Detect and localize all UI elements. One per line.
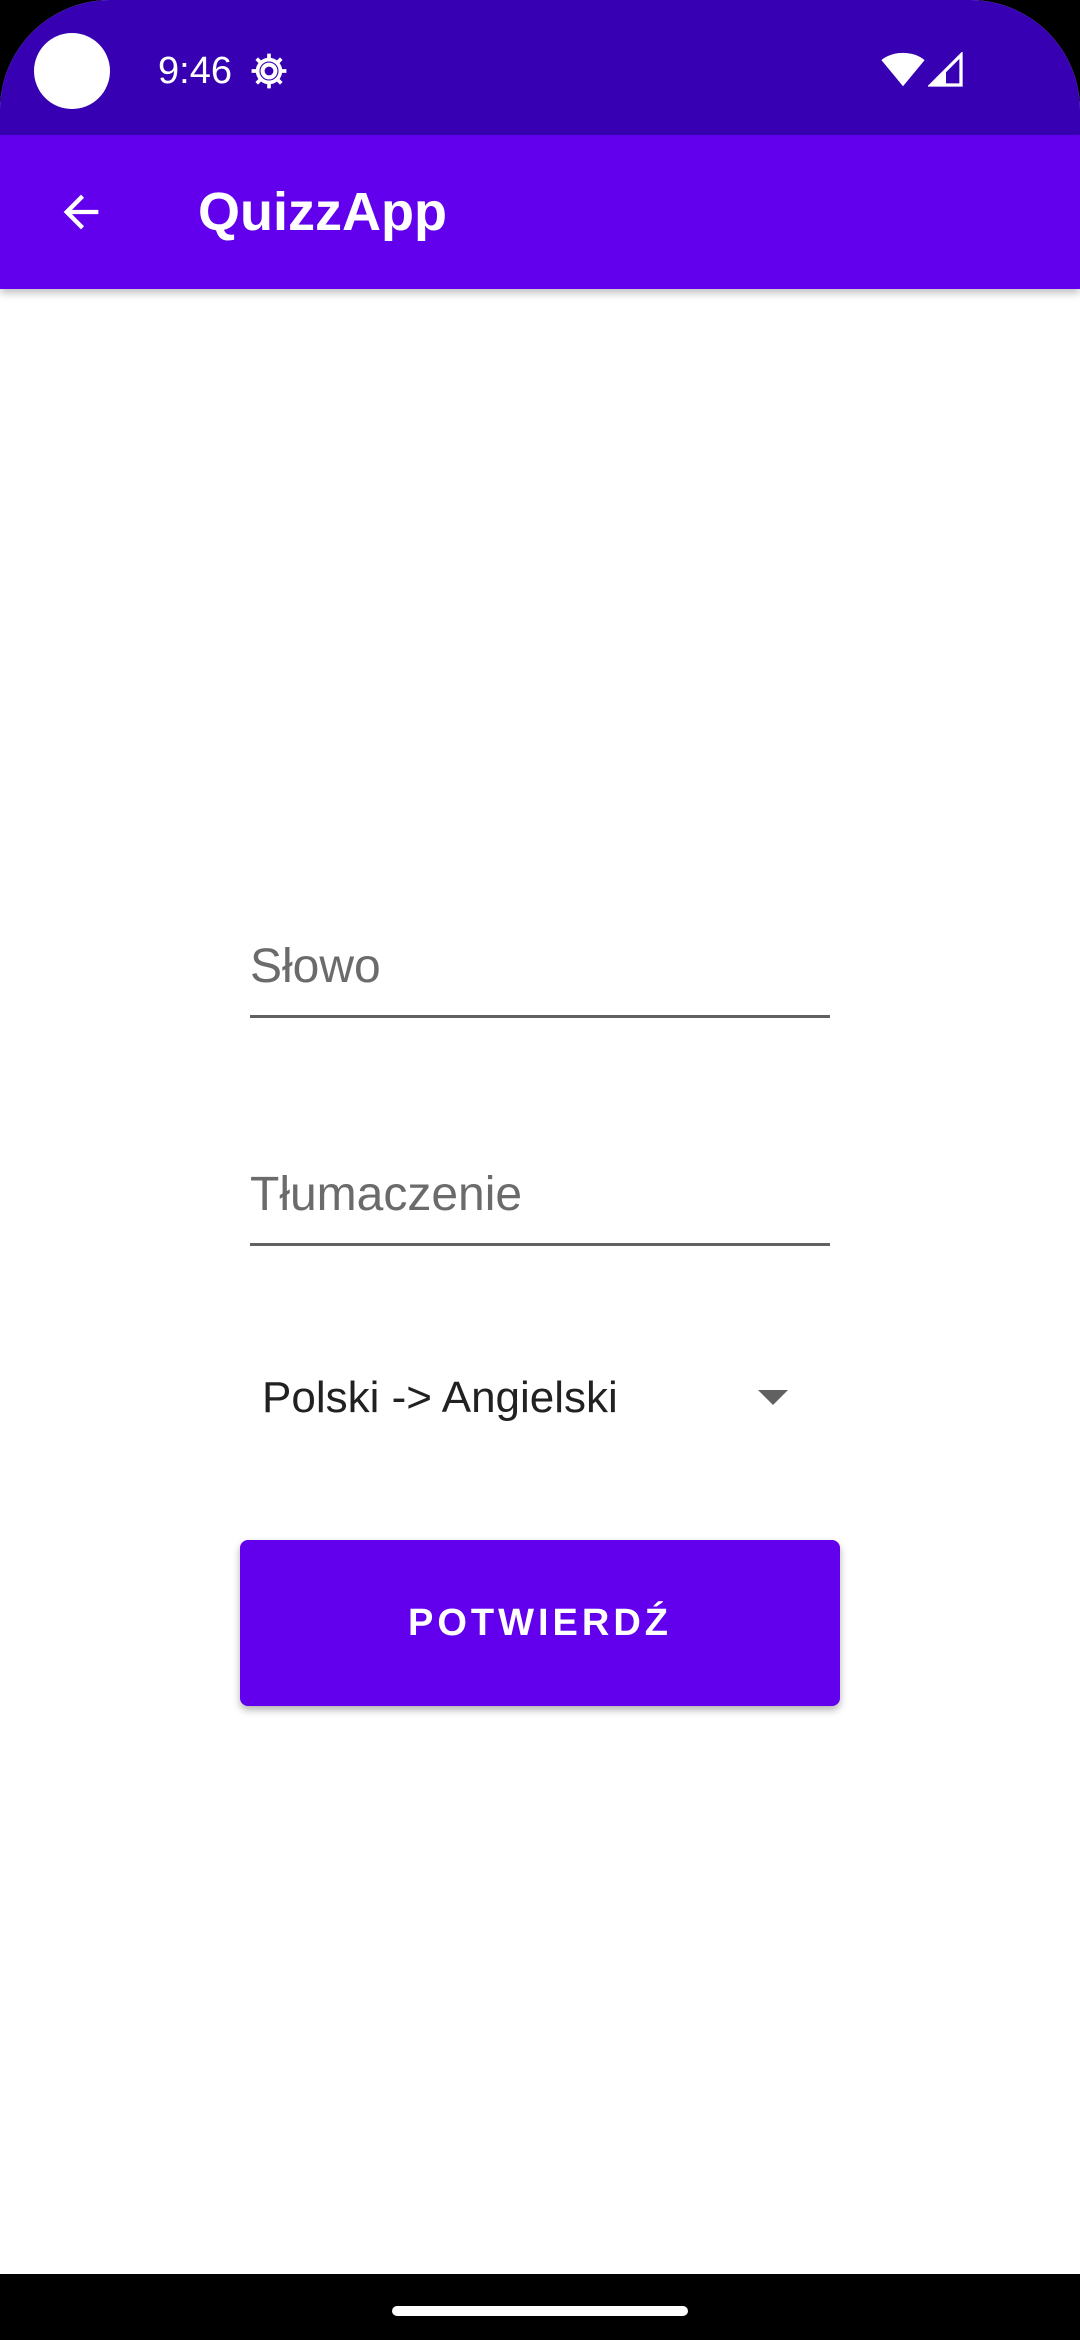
arrow-back-icon <box>63 194 99 230</box>
app-bar: QuizzApp <box>0 135 1080 289</box>
translation-input[interactable] <box>250 1146 830 1243</box>
status-time: 9:46 <box>158 50 232 92</box>
word-input[interactable] <box>250 918 830 1015</box>
dropdown-arrow-icon <box>758 1390 788 1405</box>
dropdown-selected-value: Polski -> Angielski <box>262 1373 618 1422</box>
camera-cutout <box>34 33 110 109</box>
settings-icon <box>251 53 287 89</box>
word-field <box>250 918 830 1018</box>
app-screen: 9:46 QuizzApp Polski -> Angielski POTW <box>0 0 1080 2340</box>
translation-field <box>250 1146 830 1246</box>
wifi-icon <box>881 52 925 87</box>
language-direction-dropdown[interactable]: Polski -> Angielski <box>250 1352 830 1442</box>
status-bar: 9:46 <box>0 0 1080 135</box>
confirm-button[interactable]: POTWIERDŹ <box>240 1540 840 1706</box>
app-title: QuizzApp <box>198 182 447 242</box>
navigation-bar <box>0 2274 1080 2340</box>
home-gesture-handle[interactable] <box>392 2306 688 2316</box>
signal-icon <box>928 52 963 87</box>
back-button[interactable] <box>36 167 126 257</box>
